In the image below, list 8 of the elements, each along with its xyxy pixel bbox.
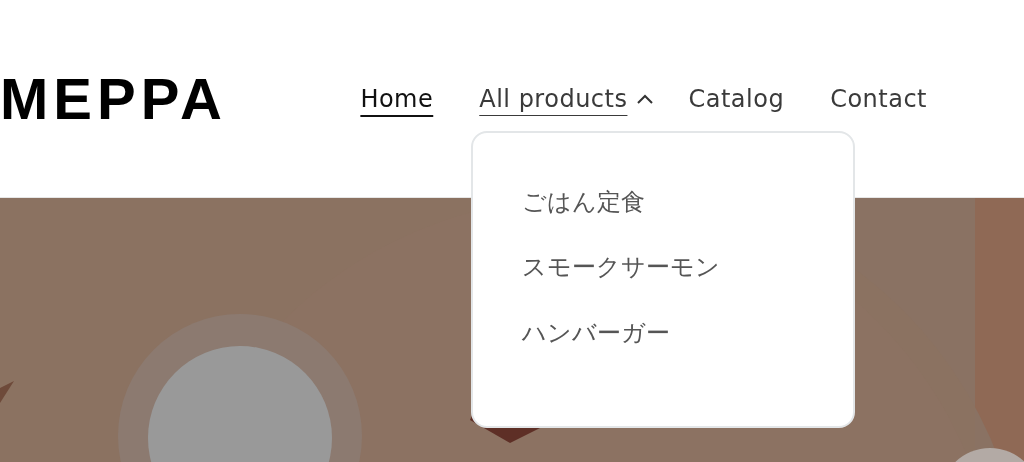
- nav-link[interactable]: Contact: [807, 84, 950, 113]
- menu-item[interactable]: ハンバーガー: [522, 313, 670, 353]
- menu-item[interactable]: ごはん定食: [522, 183, 645, 222]
- nav-link[interactable]: Catalog: [665, 84, 808, 113]
- nav-link[interactable]: Home: [337, 84, 457, 113]
- nav-link[interactable]: All products: [456, 84, 636, 113]
- menu-item[interactable]: スモークサーモン: [522, 248, 720, 287]
- logo[interactable]: MEPPA: [0, 69, 227, 128]
